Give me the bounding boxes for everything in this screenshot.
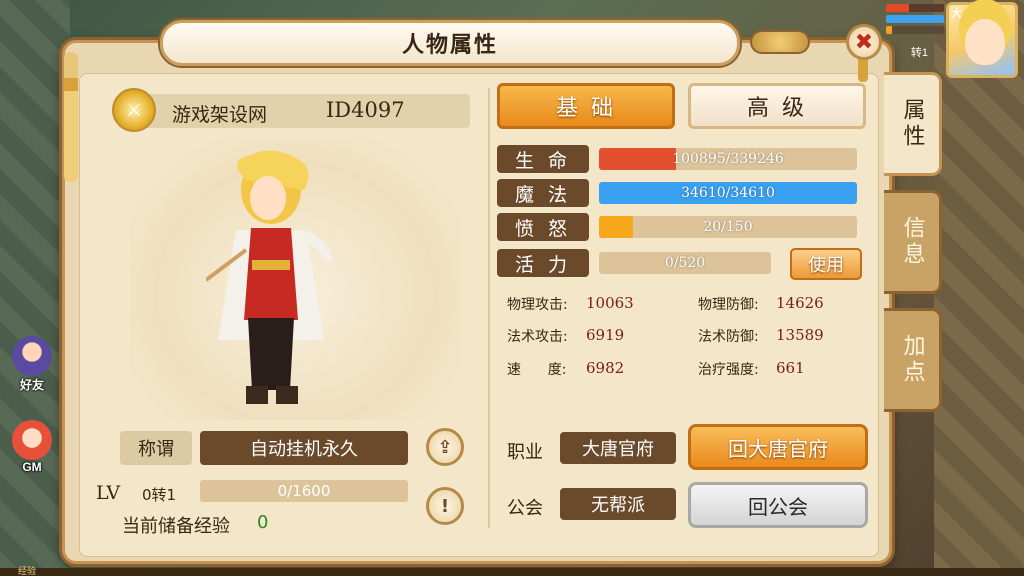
mp-text: 34610/34610 (681, 185, 775, 201)
attr-magic-defense-label: 法术防御: (698, 329, 759, 345)
title-ornament-right (750, 30, 810, 54)
portrait-face (965, 19, 1005, 65)
use-button[interactable]: 使用 (790, 248, 862, 280)
bottom-exp-bar: 经验 (0, 566, 1024, 576)
attr-speed-label: 速 度: (507, 362, 567, 378)
friends-label: 好友 (19, 378, 44, 392)
stored-exp-value: 0 (257, 512, 269, 533)
gm-label: GM (22, 460, 42, 474)
game-backdrop-left (0, 0, 70, 576)
profession-value: 大唐官府 (560, 432, 676, 464)
return-school-button[interactable]: 回大唐官府 (688, 424, 868, 470)
player-name-row (118, 94, 470, 128)
rage-text: 20/150 (703, 219, 753, 235)
bottom-exp-label: 经验 (18, 566, 37, 576)
player-name: 游戏架设网 (172, 104, 268, 126)
attr-magic-defense-value: 13589 (776, 326, 824, 344)
close-icon: ✖ (854, 29, 874, 55)
friends-button[interactable]: 好友 (8, 336, 56, 393)
vigor-label: 活 力 (497, 249, 589, 277)
attr-magic-attack-label: 法术攻击: (507, 329, 568, 345)
tab-add-points[interactable]: 加点 (884, 308, 942, 412)
attr-magic-attack-value: 6919 (586, 326, 625, 344)
panel-title: 人物属性 (401, 33, 498, 58)
attr-phys-defense-value: 14626 (776, 294, 824, 312)
attr-phys-attack-value: 10063 (586, 294, 634, 312)
hp-bar: 100895/339246 (599, 148, 857, 170)
tab-attributes[interactable]: 属性 (884, 72, 942, 176)
tab-basic[interactable]: 基 础 (497, 83, 675, 129)
stored-exp-label: 当前储备经验 (122, 516, 230, 537)
attr-phys-attack-label: 物理攻击: (507, 297, 568, 313)
upload-icon: ⇪ (437, 436, 453, 458)
friends-icon (12, 336, 52, 376)
close-button[interactable]: ✖ (846, 24, 882, 60)
experience-bar: 0/1600 (200, 480, 408, 502)
hud-reborn-tag: 转1 (910, 47, 928, 59)
vigor-text: 0/520 (664, 255, 706, 271)
character-model (206, 150, 332, 404)
level-label: LV (96, 482, 121, 504)
rage-bar: 20/150 (599, 216, 857, 238)
rage-label: 愤 怒 (497, 213, 589, 241)
guild-label: 公会 (507, 498, 543, 519)
gm-button[interactable]: GM (8, 420, 56, 474)
mp-bar: 34610/34610 (599, 182, 857, 204)
tab-info[interactable]: 信息 (884, 190, 942, 294)
attr-speed-value: 6982 (586, 359, 625, 377)
upload-button[interactable]: ⇪ (426, 428, 464, 466)
info-button[interactable]: ! (426, 487, 464, 525)
game-backdrop-right (934, 0, 1024, 576)
guild-value: 无帮派 (560, 488, 676, 520)
column-divider (488, 88, 490, 528)
title-label: 称谓 (120, 431, 192, 465)
profession-label: 职业 (507, 442, 543, 463)
title-value: 自动挂机永久 (200, 431, 408, 465)
reborn-level: 0转1 (142, 486, 177, 504)
attr-healing-label: 治疗强度: (698, 362, 759, 378)
hp-text: 100895/339246 (672, 151, 784, 167)
attr-phys-defense-label: 物理防御: (698, 297, 759, 313)
hp-label: 生 命 (497, 145, 589, 173)
exclamation-icon: ! (440, 495, 450, 517)
portrait-tag: 大 (951, 8, 962, 20)
hud-mini-bars (886, 4, 944, 37)
hud-mp-bar (886, 15, 944, 23)
attr-healing-value: 661 (776, 359, 805, 377)
player-id: ID4097 (326, 98, 405, 122)
vigor-bar: 0/520 (599, 252, 771, 274)
tab-advanced[interactable]: 高 级 (688, 83, 866, 129)
hud-hp-bar (886, 4, 944, 12)
tassel-ornament-left (64, 52, 78, 182)
mp-label: 魔 法 (497, 179, 589, 207)
experience-text: 0/1600 (277, 482, 331, 500)
guild-emblem-icon: ⚔ (112, 88, 156, 132)
hud-rage-bar (886, 26, 944, 34)
title-bar: 人物属性 (160, 20, 740, 66)
gm-icon (12, 420, 52, 460)
return-guild-button[interactable]: 回公会 (688, 482, 868, 528)
player-portrait[interactable]: 大 (946, 2, 1018, 78)
